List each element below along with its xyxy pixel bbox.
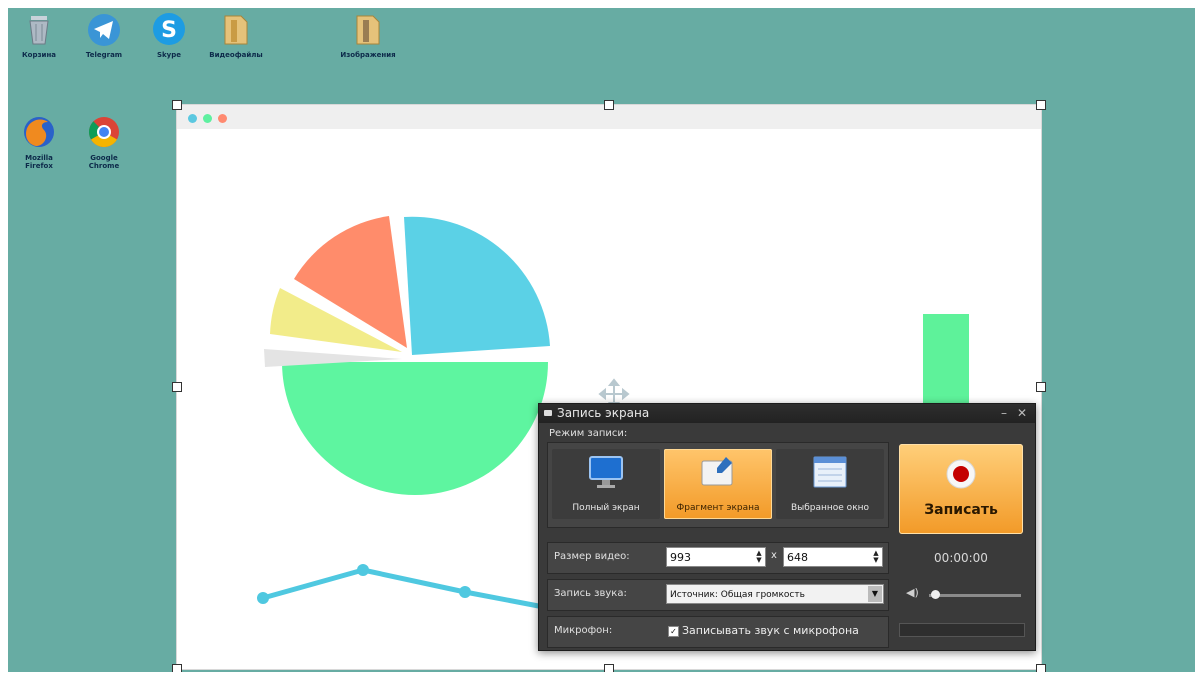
chart-line-point — [357, 564, 369, 576]
video-size-label: Размер видео: — [554, 551, 630, 562]
desktop-icon-label: Изображения — [340, 51, 396, 59]
folder-icon — [217, 10, 255, 48]
recycle-bin-icon — [20, 10, 58, 48]
microphone-label: Микрофон: — [554, 625, 613, 636]
selection-handle-top-left[interactable] — [172, 100, 182, 110]
minimize-icon[interactable]: – — [1001, 404, 1007, 423]
desktop-icon-label: Mozilla Firefox — [25, 154, 53, 170]
selection-handle-top[interactable] — [604, 100, 614, 110]
firefox-icon — [20, 113, 58, 151]
screen-recorder-dialog: Запись экрана – ✕ Режим записи: Полный э… — [538, 403, 1036, 651]
microphone-checkbox-label[interactable]: Записывать звук с микрофона — [682, 624, 859, 637]
desktop-icon-label: Корзина — [21, 51, 57, 59]
chart-bar — [923, 314, 969, 409]
record-button[interactable]: Записать — [899, 444, 1023, 534]
desktop-icon-label: Skype — [156, 51, 182, 59]
selection-handle-bottom-right[interactable] — [1036, 664, 1046, 672]
mode-window-button[interactable]: Выбранное окно — [776, 449, 884, 519]
mode-panel: Полный экран Фрагмент экрана Выбранное о… — [547, 442, 889, 528]
pie-slice-green — [282, 362, 548, 495]
desktop-icon-videos-folder[interactable]: Видеофайлы — [208, 10, 264, 59]
screen-fragment-icon — [701, 457, 733, 486]
recorder-title: Запись экрана — [557, 406, 650, 420]
record-icon — [946, 459, 976, 489]
skype-icon: S — [150, 10, 188, 48]
app-icon — [544, 410, 552, 416]
spinner-arrows-icon[interactable]: ▲ ▼ — [872, 550, 880, 564]
chart-line-point — [459, 586, 471, 598]
spinner-arrows-icon[interactable]: ▲ ▼ — [755, 550, 763, 564]
selection-handle-right[interactable] — [1036, 382, 1046, 392]
recorder-titlebar[interactable]: Запись экрана – ✕ — [539, 404, 1035, 423]
chart-line — [262, 567, 550, 611]
recording-timer: 00:00:00 — [934, 551, 988, 565]
window-icon — [813, 456, 847, 488]
desktop-icon-firefox[interactable]: Mozilla Firefox — [11, 113, 67, 170]
chart-line-point — [257, 592, 269, 604]
sound-label: Запись звука: — [554, 588, 627, 599]
folder-icon — [349, 10, 387, 48]
svg-text:S: S — [161, 18, 177, 43]
desktop-icon-telegram[interactable]: Telegram — [76, 10, 132, 59]
selection-handle-bottom-left[interactable] — [172, 664, 182, 672]
mode-fragment-button[interactable]: Фрагмент экрана — [664, 449, 772, 519]
desktop-icon-recycle-bin[interactable]: Корзина — [11, 10, 67, 59]
mode-label: Полный экран — [572, 503, 640, 513]
desktop-icon-chrome[interactable]: Google Chrome — [76, 113, 132, 170]
monitor-icon — [589, 456, 623, 488]
sound-source-select[interactable]: Источник: Общая громкость ▼ — [666, 584, 884, 604]
video-height-input[interactable]: 648 ▲ ▼ — [783, 547, 883, 567]
telegram-icon — [85, 10, 123, 48]
close-icon[interactable]: ✕ — [1017, 404, 1027, 423]
desktop-icon-label: Google Chrome — [88, 154, 120, 170]
mode-label: Фрагмент экрана — [676, 503, 760, 513]
times-sign: x — [771, 550, 777, 561]
sound-row: Запись звука: Источник: Общая громкость … — [547, 579, 889, 611]
microphone-level-meter — [899, 623, 1025, 637]
microphone-row: Микрофон: ✓ Записывать звук с микрофона — [547, 616, 889, 648]
video-height-value: 648 — [787, 551, 808, 564]
pie-slice-blue — [404, 216, 550, 355]
desktop-icon-label: Видеофайлы — [209, 51, 263, 59]
desktop-icon-label: Telegram — [85, 51, 123, 59]
chrome-icon — [85, 113, 123, 151]
sound-source-value: Источник: Общая громкость — [670, 590, 805, 600]
mode-label: Выбранное окно — [790, 503, 870, 513]
video-size-row: Размер видео: 993 ▲ ▼ x 648 ▲ ▼ — [547, 542, 889, 574]
selection-handle-left[interactable] — [172, 382, 182, 392]
dropdown-arrow-icon[interactable]: ▼ — [868, 586, 882, 602]
video-width-value: 993 — [670, 551, 691, 564]
desktop-icon-images-folder[interactable]: Изображения — [340, 10, 396, 59]
microphone-checkbox[interactable]: ✓ — [668, 626, 679, 637]
volume-slider[interactable] — [929, 590, 1021, 599]
desktop-icon-skype[interactable]: S Skype — [141, 10, 197, 59]
video-width-input[interactable]: 993 ▲ ▼ — [666, 547, 766, 567]
selection-handle-bottom[interactable] — [604, 664, 614, 672]
volume-slider-thumb[interactable] — [931, 590, 940, 599]
speaker-icon: ◀) — [906, 586, 919, 599]
record-button-label: Записать — [924, 502, 998, 518]
mode-section-label: Режим записи: — [549, 428, 628, 439]
desktop: Корзина Telegram S Skype Видеофайлы Изоб… — [8, 8, 1195, 672]
selection-handle-top-right[interactable] — [1036, 100, 1046, 110]
mode-fullscreen-button[interactable]: Полный экран — [552, 449, 660, 519]
